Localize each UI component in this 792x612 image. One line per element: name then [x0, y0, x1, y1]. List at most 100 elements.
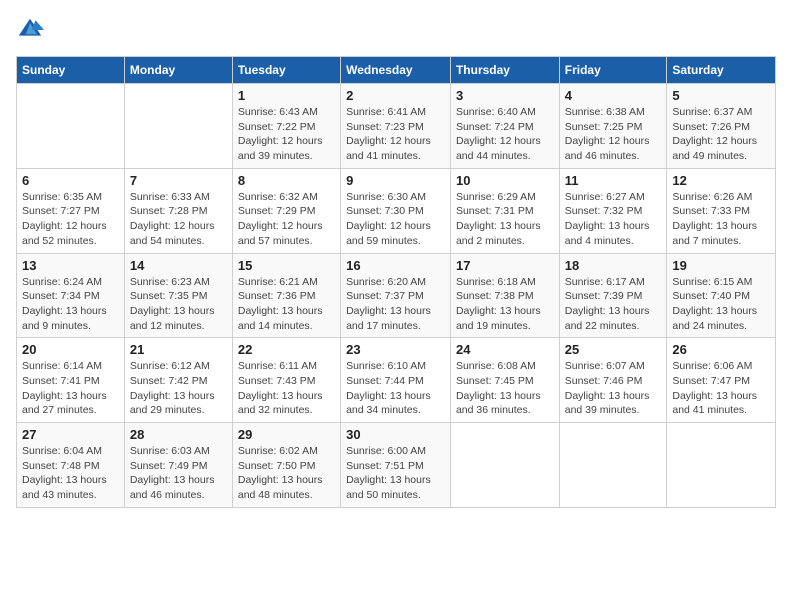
day-number: 12 — [672, 173, 770, 188]
header-cell-thursday: Thursday — [450, 57, 559, 84]
day-cell: 25 Sunrise: 6:07 AM Sunset: 7:46 PM Dayli… — [559, 338, 667, 423]
day-cell: 2 Sunrise: 6:41 AM Sunset: 7:23 PM Daylig… — [341, 84, 451, 169]
day-number: 29 — [238, 427, 335, 442]
week-row-1: 1Sunrise: 6:43 AM Sunset: 7:22 PM Daylig… — [17, 84, 776, 169]
day-number: 14 — [130, 258, 227, 273]
header-cell-saturday: Saturday — [667, 57, 776, 84]
day-cell: 19 Sunrise: 6:15 AM Sunset: 7:40 PM Dayli… — [667, 253, 776, 338]
day-info: Sunrise: 6:35 AM Sunset: 7:27 PM Dayligh… — [22, 191, 107, 247]
day-cell: 16 Sunrise: 6:20 AM Sunset: 7:37 PM Dayli… — [341, 253, 451, 338]
header-cell-monday: Monday — [124, 57, 232, 84]
day-cell: 5Sunrise: 6:37 AM Sunset: 7:26 PM Daylig… — [667, 84, 776, 169]
day-cell: 1Sunrise: 6:43 AM Sunset: 7:22 PM Daylig… — [232, 84, 340, 169]
day-cell: 27 Sunrise: 6:04 AM Sunset: 7:48 PM Dayli… — [17, 423, 125, 508]
day-number: 15 — [238, 258, 335, 273]
day-number: 2 — [346, 88, 445, 103]
header-row: SundayMondayTuesdayWednesdayThursdayFrid… — [17, 57, 776, 84]
day-info: Sunrise: 6:38 AM Sunset: 7:25 PM Dayligh… — [565, 106, 650, 162]
day-info: Sunrise: 6:41 AM Sunset: 7:23 PM Dayligh… — [346, 106, 431, 162]
day-cell: 29 Sunrise: 6:02 AM Sunset: 7:50 PM Dayli… — [232, 423, 340, 508]
day-info: Sunrise: 6:20 AM Sunset: 7:37 PM Dayligh… — [346, 276, 431, 332]
day-info: Sunrise: 6:14 AM Sunset: 7:41 PM Dayligh… — [22, 360, 107, 416]
day-info: Sunrise: 6:33 AM Sunset: 7:28 PM Dayligh… — [130, 191, 215, 247]
day-info: Sunrise: 6:29 AM Sunset: 7:31 PM Dayligh… — [456, 191, 541, 247]
header — [16, 16, 776, 44]
day-info: Sunrise: 6:21 AM Sunset: 7:36 PM Dayligh… — [238, 276, 323, 332]
day-cell: 26 Sunrise: 6:06 AM Sunset: 7:47 PM Dayli… — [667, 338, 776, 423]
day-cell: 17Sunrise: 6:18 AM Sunset: 7:38 PM Dayli… — [450, 253, 559, 338]
day-number: 27 — [22, 427, 119, 442]
day-cell: 6Sunrise: 6:35 AM Sunset: 7:27 PM Daylig… — [17, 168, 125, 253]
day-number: 26 — [672, 342, 770, 357]
day-cell: 14 Sunrise: 6:23 AM Sunset: 7:35 PM Dayli… — [124, 253, 232, 338]
day-cell: 4 Sunrise: 6:38 AM Sunset: 7:25 PM Daylig… — [559, 84, 667, 169]
week-row-4: 20 Sunrise: 6:14 AM Sunset: 7:41 PM Dayli… — [17, 338, 776, 423]
day-info: Sunrise: 6:06 AM Sunset: 7:47 PM Dayligh… — [672, 360, 757, 416]
day-cell: 8 Sunrise: 6:32 AM Sunset: 7:29 PM Daylig… — [232, 168, 340, 253]
day-info: Sunrise: 6:04 AM Sunset: 7:48 PM Dayligh… — [22, 445, 107, 501]
day-cell: 9 Sunrise: 6:30 AM Sunset: 7:30 PM Daylig… — [341, 168, 451, 253]
day-cell — [667, 423, 776, 508]
week-row-5: 27 Sunrise: 6:04 AM Sunset: 7:48 PM Dayli… — [17, 423, 776, 508]
day-number: 8 — [238, 173, 335, 188]
day-number: 7 — [130, 173, 227, 188]
day-number: 23 — [346, 342, 445, 357]
calendar-body: 1Sunrise: 6:43 AM Sunset: 7:22 PM Daylig… — [17, 84, 776, 508]
calendar-table: SundayMondayTuesdayWednesdayThursdayFrid… — [16, 56, 776, 508]
day-number: 3 — [456, 88, 554, 103]
day-number: 5 — [672, 88, 770, 103]
day-number: 21 — [130, 342, 227, 357]
day-info: Sunrise: 6:26 AM Sunset: 7:33 PM Dayligh… — [672, 191, 757, 247]
day-cell: 10 Sunrise: 6:29 AM Sunset: 7:31 PM Dayli… — [450, 168, 559, 253]
day-number: 28 — [130, 427, 227, 442]
day-cell — [559, 423, 667, 508]
day-number: 24 — [456, 342, 554, 357]
day-info: Sunrise: 6:23 AM Sunset: 7:35 PM Dayligh… — [130, 276, 215, 332]
day-info: Sunrise: 6:32 AM Sunset: 7:29 PM Dayligh… — [238, 191, 323, 247]
calendar-header: SundayMondayTuesdayWednesdayThursdayFrid… — [17, 57, 776, 84]
day-number: 19 — [672, 258, 770, 273]
day-info: Sunrise: 6:30 AM Sunset: 7:30 PM Dayligh… — [346, 191, 431, 247]
day-cell — [124, 84, 232, 169]
day-cell: 22Sunrise: 6:11 AM Sunset: 7:43 PM Dayli… — [232, 338, 340, 423]
header-cell-sunday: Sunday — [17, 57, 125, 84]
day-cell: 12 Sunrise: 6:26 AM Sunset: 7:33 PM Dayli… — [667, 168, 776, 253]
day-info: Sunrise: 6:08 AM Sunset: 7:45 PM Dayligh… — [456, 360, 541, 416]
day-number: 11 — [565, 173, 662, 188]
day-info: Sunrise: 6:00 AM Sunset: 7:51 PM Dayligh… — [346, 445, 431, 501]
logo-icon — [16, 16, 44, 44]
day-number: 25 — [565, 342, 662, 357]
day-number: 18 — [565, 258, 662, 273]
day-info: Sunrise: 6:43 AM Sunset: 7:22 PM Dayligh… — [238, 106, 323, 162]
day-info: Sunrise: 6:40 AM Sunset: 7:24 PM Dayligh… — [456, 106, 541, 162]
header-cell-friday: Friday — [559, 57, 667, 84]
day-info: Sunrise: 6:02 AM Sunset: 7:50 PM Dayligh… — [238, 445, 323, 501]
day-cell: 18 Sunrise: 6:17 AM Sunset: 7:39 PM Dayli… — [559, 253, 667, 338]
day-info: Sunrise: 6:10 AM Sunset: 7:44 PM Dayligh… — [346, 360, 431, 416]
logo — [16, 16, 48, 44]
day-cell: 15 Sunrise: 6:21 AM Sunset: 7:36 PM Dayli… — [232, 253, 340, 338]
day-number: 20 — [22, 342, 119, 357]
week-row-3: 13Sunrise: 6:24 AM Sunset: 7:34 PM Dayli… — [17, 253, 776, 338]
day-number: 22 — [238, 342, 335, 357]
day-cell: 3 Sunrise: 6:40 AM Sunset: 7:24 PM Daylig… — [450, 84, 559, 169]
day-cell: 30Sunrise: 6:00 AM Sunset: 7:51 PM Dayli… — [341, 423, 451, 508]
day-cell — [17, 84, 125, 169]
day-number: 4 — [565, 88, 662, 103]
day-cell: 13Sunrise: 6:24 AM Sunset: 7:34 PM Dayli… — [17, 253, 125, 338]
day-cell: 21Sunrise: 6:12 AM Sunset: 7:42 PM Dayli… — [124, 338, 232, 423]
day-cell: 7 Sunrise: 6:33 AM Sunset: 7:28 PM Daylig… — [124, 168, 232, 253]
day-cell: 23 Sunrise: 6:10 AM Sunset: 7:44 PM Dayli… — [341, 338, 451, 423]
day-number: 10 — [456, 173, 554, 188]
day-info: Sunrise: 6:15 AM Sunset: 7:40 PM Dayligh… — [672, 276, 757, 332]
day-number: 9 — [346, 173, 445, 188]
header-cell-tuesday: Tuesday — [232, 57, 340, 84]
day-number: 17 — [456, 258, 554, 273]
week-row-2: 6Sunrise: 6:35 AM Sunset: 7:27 PM Daylig… — [17, 168, 776, 253]
day-cell — [450, 423, 559, 508]
day-number: 16 — [346, 258, 445, 273]
day-info: Sunrise: 6:07 AM Sunset: 7:46 PM Dayligh… — [565, 360, 650, 416]
day-cell: 28 Sunrise: 6:03 AM Sunset: 7:49 PM Dayli… — [124, 423, 232, 508]
day-info: Sunrise: 6:17 AM Sunset: 7:39 PM Dayligh… — [565, 276, 650, 332]
day-info: Sunrise: 6:03 AM Sunset: 7:49 PM Dayligh… — [130, 445, 215, 501]
